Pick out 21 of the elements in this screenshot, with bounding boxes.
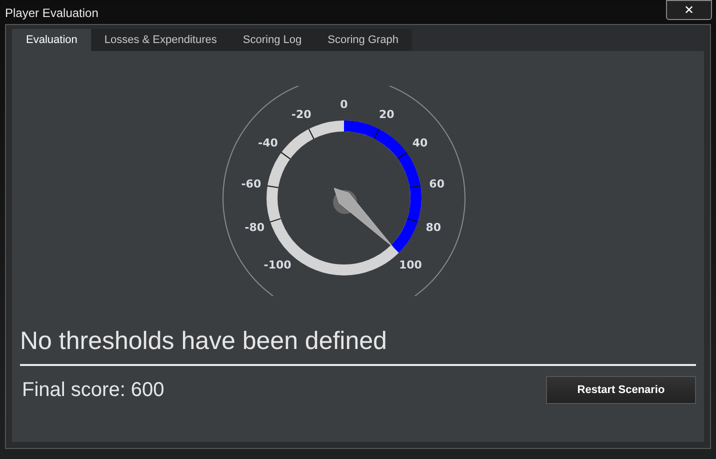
tick-label: 20 [379, 108, 394, 122]
tick-label: -100 [264, 258, 292, 272]
tick-label: 0 [340, 98, 348, 111]
tick-label: 80 [426, 221, 442, 234]
tab[interactable]: Losses & Expenditures [91, 29, 230, 51]
window-title: Player Evaluation [4, 5, 98, 22]
close-button[interactable]: ✕ [666, 0, 712, 20]
final-score: Final score: 600 [22, 378, 164, 403]
tab[interactable]: Scoring Log [230, 29, 315, 51]
needle [333, 188, 394, 248]
status-message: No thresholds have been defined [20, 326, 388, 356]
tick-label: -80 [244, 221, 265, 234]
tick-label: -20 [291, 108, 312, 122]
tick-label: -40 [258, 136, 278, 150]
tick-label: 60 [429, 177, 444, 190]
tick-label: 100 [398, 258, 422, 272]
tick-label: -60 [241, 177, 262, 190]
restart-button[interactable]: Restart Scenario [546, 376, 696, 404]
tab[interactable]: Scoring Graph [314, 29, 412, 51]
tick-label: 40 [412, 136, 428, 150]
tab[interactable]: Evaluation [12, 29, 92, 51]
